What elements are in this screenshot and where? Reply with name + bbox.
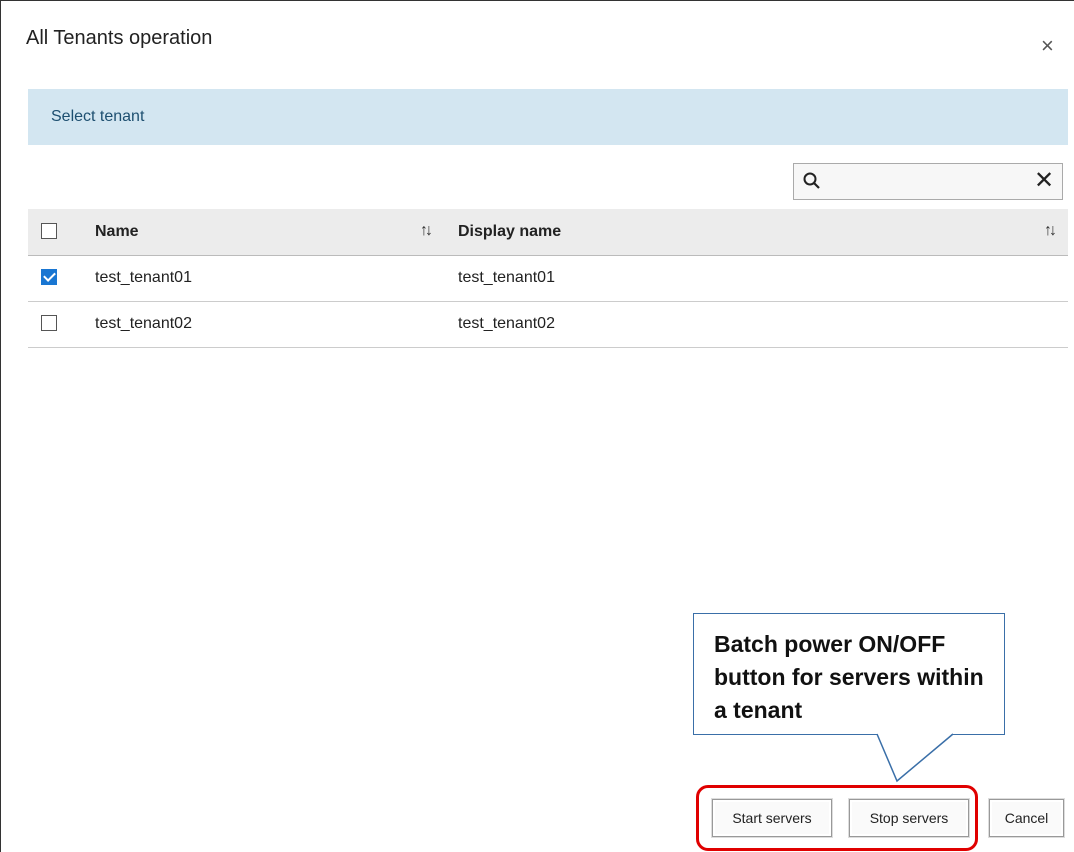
- banner-text: Select tenant: [51, 108, 145, 125]
- callout-text: Batch power ON/OFF button for servers wi…: [714, 631, 984, 723]
- callout-pointer: [876, 733, 954, 783]
- cancel-button[interactable]: Cancel: [989, 799, 1064, 837]
- row-checkbox[interactable]: [41, 315, 57, 331]
- tenant-name: test_tenant02: [95, 315, 192, 332]
- search-icon: [803, 172, 820, 189]
- table-row[interactable]: test_tenant02 test_tenant02: [28, 302, 1068, 348]
- close-icon[interactable]: ×: [1041, 35, 1054, 57]
- start-servers-button[interactable]: Start servers: [712, 799, 832, 837]
- column-header-display-name[interactable]: Display name: [458, 223, 561, 241]
- sort-icon[interactable]: ↑↓: [1044, 222, 1057, 240]
- search-box: ✕: [793, 163, 1063, 200]
- table-header: Name ↑↓ Display name ↑↓: [28, 209, 1068, 256]
- select-all-checkbox[interactable]: [41, 223, 57, 239]
- annotation-callout: Batch power ON/OFF button for servers wi…: [693, 613, 1005, 735]
- tenant-table: Name ↑↓ Display name ↑↓ test_tenant01 te…: [28, 209, 1068, 348]
- tenant-name: test_tenant01: [95, 269, 192, 286]
- select-tenant-banner: Select tenant: [28, 89, 1068, 145]
- row-checkbox[interactable]: [41, 269, 57, 285]
- sort-icon[interactable]: ↑↓: [420, 222, 433, 240]
- all-tenants-dialog: All Tenants operation × Select tenant ✕ …: [0, 0, 1074, 852]
- tenant-display-name: test_tenant02: [458, 315, 555, 332]
- stop-servers-button[interactable]: Stop servers: [849, 799, 969, 837]
- clear-search-icon[interactable]: ✕: [1034, 168, 1054, 194]
- search-input[interactable]: [828, 168, 1022, 197]
- tenant-display-name: test_tenant01: [458, 269, 555, 286]
- column-header-name[interactable]: Name: [95, 223, 139, 241]
- table-row[interactable]: test_tenant01 test_tenant01: [28, 256, 1068, 302]
- dialog-title: All Tenants operation: [26, 27, 213, 49]
